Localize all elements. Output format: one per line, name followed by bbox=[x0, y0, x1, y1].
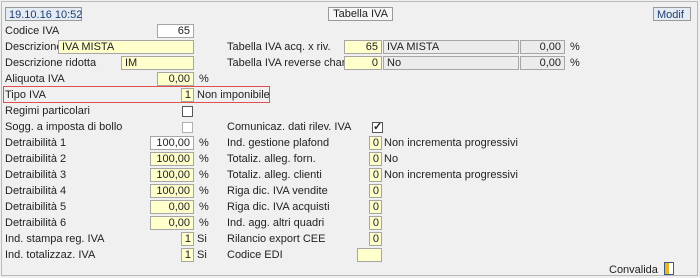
totaliz-forn-field[interactable]: 0 bbox=[369, 152, 382, 166]
acq-riv-desc-field: IVA MISTA bbox=[383, 40, 519, 54]
aliquota-field[interactable]: 0,00 bbox=[157, 72, 194, 86]
detraibilita-6-field[interactable]: 0,00 bbox=[150, 216, 194, 230]
codice-iva-label: Codice IVA bbox=[5, 25, 60, 37]
reverse-charge-label: Tabella IVA reverse charge bbox=[227, 57, 344, 69]
acq-riv-pct-field: 0,00 bbox=[520, 40, 565, 54]
detraibilita-5-field[interactable]: 0,00 bbox=[150, 200, 194, 214]
descrizione-field[interactable]: IVA MISTA bbox=[58, 40, 194, 54]
riga-acquisti-label: Riga dic. IVA acquisti bbox=[227, 201, 330, 213]
comunicaz-checkbox[interactable]: ✓ bbox=[372, 121, 383, 133]
soggetto-bollo-checkbox[interactable] bbox=[182, 122, 193, 133]
tipo-iva-label: Tipo IVA bbox=[5, 89, 46, 101]
detraibilita-5-label: Detraibilità 5 bbox=[5, 201, 67, 213]
check-icon: ✓ bbox=[373, 121, 383, 133]
aliquota-unit: % bbox=[199, 73, 209, 85]
ind-totalizz-text: Si bbox=[197, 249, 207, 261]
reverse-charge-code-field[interactable]: 0 bbox=[344, 56, 382, 70]
comunicaz-label: Comunicaz. dati rilev. IVA bbox=[227, 121, 352, 133]
detraibilita-3-field[interactable]: 100,00 bbox=[150, 168, 194, 182]
rilancio-field[interactable]: 0 bbox=[369, 232, 382, 246]
detraibilita-2-field[interactable]: 100,00 bbox=[150, 152, 194, 166]
detraibilita-1-label: Detraibilità 1 bbox=[5, 137, 67, 149]
detraibilita-6-unit: % bbox=[199, 217, 209, 229]
detraibilita-4-unit: % bbox=[199, 185, 209, 197]
descrizione-ridotta-field[interactable]: IM bbox=[121, 56, 194, 70]
reverse-charge-pct-field: 0,00 bbox=[520, 56, 565, 70]
ind-totalizz-field[interactable]: 1 bbox=[181, 248, 194, 262]
descrizione-label: Descrizione bbox=[5, 41, 63, 53]
ind-stampa-label: Ind. stampa reg. IVA bbox=[5, 233, 105, 245]
ind-gestione-label: Ind. gestione plafond bbox=[227, 137, 330, 149]
totaliz-clienti-field[interactable]: 0 bbox=[369, 168, 382, 182]
detraibilita-3-label: Detraibilità 3 bbox=[5, 169, 67, 181]
mode-indicator: Modif bbox=[653, 7, 691, 21]
acq-riv-label: Tabella IVA acq. x riv. bbox=[227, 41, 331, 53]
tipo-iva-field[interactable]: 1 bbox=[181, 88, 194, 102]
ind-totalizz-label: Ind. totalizzaz. IVA bbox=[5, 249, 96, 261]
detraibilita-4-label: Detraibilità 4 bbox=[5, 185, 67, 197]
door-exit-icon[interactable] bbox=[664, 262, 674, 275]
codice-iva-field[interactable]: 65 bbox=[157, 24, 194, 38]
descrizione-ridotta-label: Descrizione ridotta bbox=[5, 57, 97, 69]
window-title: Tabella IVA bbox=[328, 7, 393, 21]
aliquota-label: Aliquota IVA bbox=[5, 73, 65, 85]
riga-vendite-label: Riga dic. IVA vendite bbox=[227, 185, 328, 197]
totaliz-clienti-label: Totaliz. alleg. clienti bbox=[227, 169, 322, 181]
totaliz-forn-text: No bbox=[384, 153, 399, 165]
reverse-charge-unit: % bbox=[570, 57, 580, 69]
regimi-particolari-label: Regimi particolari bbox=[5, 105, 90, 117]
tipo-iva-text: Non imponibile bbox=[197, 89, 270, 101]
detraibilita-4-field[interactable]: 100,00 bbox=[150, 184, 194, 198]
codice-edi-field[interactable] bbox=[357, 248, 382, 262]
riga-acquisti-field[interactable]: 0 bbox=[369, 200, 382, 214]
codice-edi-label: Codice EDI bbox=[227, 249, 283, 261]
totaliz-forn-label: Totaliz. alleg. forn. bbox=[227, 153, 316, 165]
detraibilita-1-unit: % bbox=[199, 137, 209, 149]
acq-riv-unit: % bbox=[570, 41, 580, 53]
convalida-label: Convalida bbox=[609, 264, 658, 276]
detraibilita-3-unit: % bbox=[199, 169, 209, 181]
ind-agg-field[interactable]: 0 bbox=[369, 216, 382, 230]
riga-vendite-field[interactable]: 0 bbox=[369, 184, 382, 198]
detraibilita-2-unit: % bbox=[199, 153, 209, 165]
ind-gestione-field[interactable]: 0 bbox=[369, 136, 382, 150]
acq-riv-code-field[interactable]: 65 bbox=[344, 40, 382, 54]
detraibilita-5-unit: % bbox=[199, 201, 209, 213]
ind-stampa-text: Si bbox=[197, 233, 207, 245]
ind-gestione-text: Non incrementa progressivi bbox=[384, 137, 518, 149]
rilancio-label: Rilancio export CEE bbox=[227, 233, 326, 245]
detraibilita-2-label: Detraibilità 2 bbox=[5, 153, 67, 165]
regimi-particolari-checkbox[interactable] bbox=[182, 106, 193, 117]
reverse-charge-desc-field: No bbox=[383, 56, 519, 70]
totaliz-clienti-text: Non incrementa progressivi bbox=[384, 169, 518, 181]
detraibilita-1-field[interactable]: 100,00 bbox=[150, 136, 194, 150]
soggetto-bollo-label: Sogg. a imposta di bollo bbox=[5, 121, 123, 133]
ind-stampa-field[interactable]: 1 bbox=[181, 232, 194, 246]
ind-agg-label: Ind. agg. altri quadri bbox=[227, 217, 325, 229]
datetime-display: 19.10.16 10:52 bbox=[5, 7, 82, 21]
detraibilita-6-label: Detraibilità 6 bbox=[5, 217, 67, 229]
